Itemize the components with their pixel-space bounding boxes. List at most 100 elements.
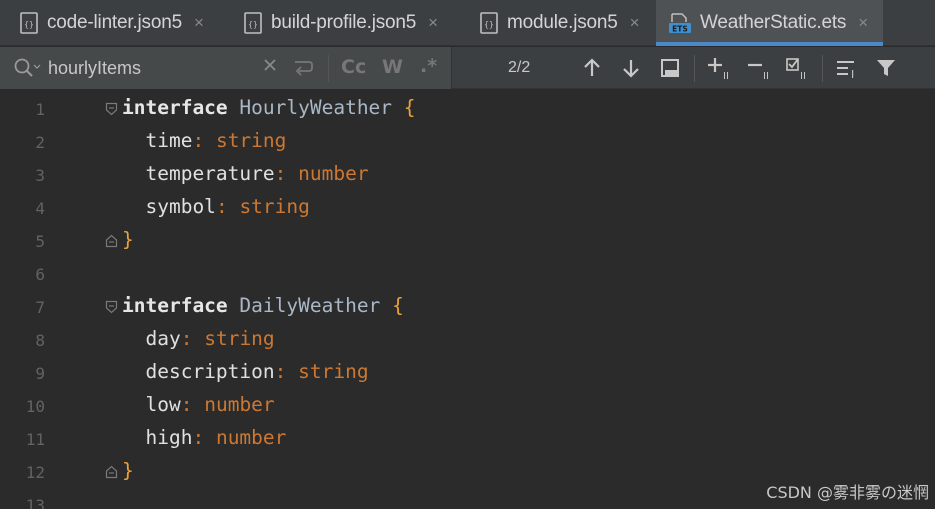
svg-text:{}: {} — [484, 20, 494, 29]
regex-button[interactable]: .* — [420, 55, 437, 77]
match-count: 2/2 — [508, 59, 531, 76]
tab-label: code-linter.json5 — [47, 12, 182, 33]
code-line: symbol: string — [122, 195, 310, 219]
checkbox-occurrence-icon: II — [786, 58, 806, 82]
code-line: interface DailyWeather { — [122, 294, 404, 318]
add-occurrence-button[interactable]: II — [704, 53, 734, 83]
fold-open-icon[interactable] — [105, 300, 118, 314]
line-number: 9 — [35, 364, 45, 383]
svg-text:II: II — [723, 71, 729, 82]
line-number: 13 — [25, 496, 45, 509]
fold-open-icon[interactable] — [105, 102, 118, 116]
line-number: 12 — [25, 463, 45, 482]
type-name: DailyWeather — [239, 294, 381, 317]
arrow-up-icon — [584, 58, 600, 76]
tab-build-profile[interactable]: {} build-profile.json5 × — [224, 0, 460, 46]
type-annotation: number — [204, 393, 275, 416]
clear-search-icon[interactable] — [262, 57, 278, 77]
type-annotation: string — [239, 195, 310, 218]
line-number-gutter: 1 2 3 4 5 6 7 8 9 10 11 12 13 — [0, 90, 102, 509]
svg-text:II: II — [763, 71, 769, 82]
select-all-occurrences-button[interactable] — [655, 53, 685, 83]
type-annotation: string — [204, 327, 275, 350]
add-occurrence-icon: II — [708, 58, 729, 82]
type-annotation: number — [298, 162, 369, 185]
line-number: 6 — [35, 265, 45, 284]
code-line: description: string — [122, 360, 368, 384]
search-input[interactable] — [48, 56, 248, 80]
colon: : — [274, 162, 287, 185]
find-bar: Cc W .* 2/2 II II II I — [0, 47, 935, 89]
funnel-icon — [877, 60, 895, 76]
svg-text:II: II — [800, 71, 806, 82]
code-line: interface HourlyWeather { — [122, 96, 416, 120]
property-name: temperature — [145, 162, 275, 185]
tab-label: build-profile.json5 — [271, 12, 417, 33]
brace: { — [403, 96, 416, 119]
svg-text:I: I — [851, 68, 854, 81]
line-number: 7 — [35, 298, 45, 317]
type-annotation: number — [215, 426, 287, 449]
code-line: } — [122, 228, 134, 252]
property-name: high — [145, 426, 193, 449]
arrow-down-icon — [623, 60, 639, 78]
editor-tab-bar: {} code-linter.json5 × {} build-profile.… — [0, 0, 935, 46]
line-number: 4 — [35, 199, 45, 218]
filter-button[interactable] — [871, 53, 901, 83]
colon: : — [192, 129, 205, 152]
json5-file-icon: {} — [243, 12, 263, 34]
colon: : — [180, 393, 193, 416]
fold-close-icon[interactable] — [105, 234, 118, 248]
keyword: interface — [122, 96, 228, 119]
remove-occurrence-icon: II — [748, 63, 769, 82]
keyword: interface — [122, 294, 228, 317]
next-match-button[interactable] — [616, 53, 646, 83]
code-editor[interactable]: 1 2 3 4 5 6 7 8 9 10 11 12 13 interface … — [0, 90, 935, 509]
property-name: time — [145, 129, 193, 152]
svg-text:ETS: ETS — [672, 25, 688, 34]
svg-text:{}: {} — [24, 20, 34, 29]
close-icon[interactable]: × — [194, 13, 204, 33]
new-line-icon[interactable] — [291, 56, 315, 82]
toggle-occurrences-button[interactable]: II — [783, 53, 813, 83]
brace: } — [122, 459, 134, 482]
previous-match-button[interactable] — [577, 53, 607, 83]
property-name: day — [145, 327, 181, 350]
line-number: 8 — [35, 331, 45, 350]
colon: : — [215, 195, 228, 218]
code-line: low: number — [122, 393, 275, 417]
tab-code-linter[interactable]: {} code-linter.json5 × — [0, 0, 224, 46]
line-number: 2 — [35, 133, 45, 152]
code-line: day: string — [122, 327, 275, 351]
whole-words-button[interactable]: W — [382, 56, 403, 78]
json5-file-icon: {} — [479, 12, 499, 34]
property-name: description — [145, 360, 275, 383]
property-name: symbol — [145, 195, 216, 218]
code-line: temperature: number — [122, 162, 369, 186]
tab-weather-static[interactable]: ETS WeatherStatic.ets × — [656, 0, 883, 46]
brace: { — [392, 294, 404, 317]
colon: : — [180, 327, 193, 350]
code-line: high: number — [122, 426, 286, 450]
close-icon[interactable]: × — [630, 13, 640, 33]
ets-file-icon: ETS — [668, 12, 692, 34]
code-line: time: string — [122, 129, 286, 153]
match-case-button[interactable]: Cc — [341, 56, 366, 78]
brace: } — [122, 228, 134, 251]
remove-occurrence-button[interactable]: II — [744, 53, 774, 83]
line-number: 11 — [25, 430, 45, 449]
line-number: 3 — [35, 166, 45, 185]
line-number: 1 — [35, 100, 45, 119]
line-number: 5 — [35, 232, 45, 251]
search-icon[interactable] — [12, 56, 42, 84]
type-name: HourlyWeather — [239, 96, 393, 119]
select-all-icon — [661, 59, 679, 77]
search-field: Cc W .* — [0, 47, 452, 89]
tab-module[interactable]: {} module.json5 × — [460, 0, 656, 46]
filter-settings-button[interactable]: I — [832, 53, 862, 83]
close-icon[interactable]: × — [858, 13, 868, 33]
watermark: CSDN @雾非雾の迷惘 — [766, 483, 929, 502]
close-icon[interactable]: × — [428, 13, 438, 33]
fold-close-icon[interactable] — [105, 465, 118, 479]
property-name: low — [145, 393, 181, 416]
